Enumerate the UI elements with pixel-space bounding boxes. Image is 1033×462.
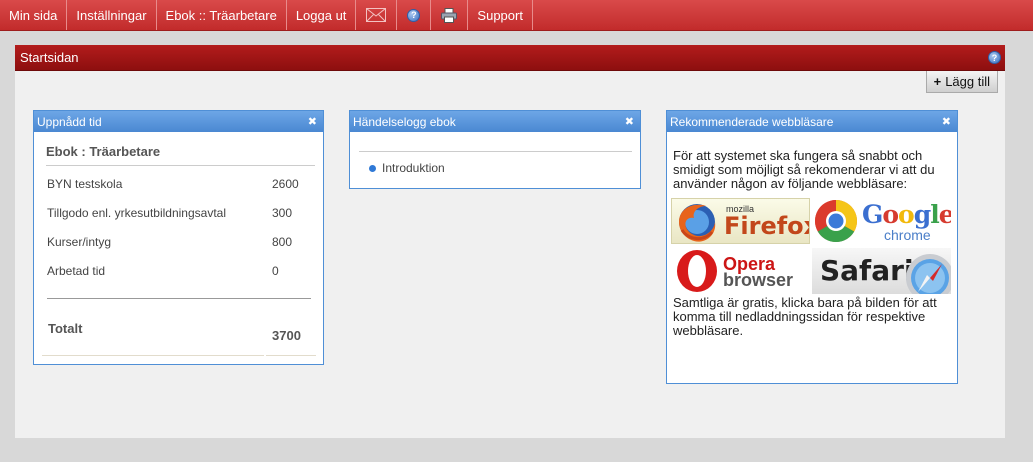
- browser-logos: mozilla Firefox Google chrome Opera brow…: [671, 198, 953, 296]
- list-item[interactable]: Introduktion: [369, 161, 640, 175]
- row-value: 0: [272, 264, 279, 278]
- nav-min-sida[interactable]: Min sida: [0, 0, 68, 30]
- row-label: BYN testskola: [47, 177, 123, 191]
- divider: [266, 355, 316, 356]
- widget-title: Händelselogg ebok: [353, 114, 456, 129]
- total-label: Totalt: [48, 321, 83, 336]
- table-row: BYN testskola 2600: [47, 177, 317, 206]
- browsers-outro: Samtliga är gratis, klicka bara på bilde…: [673, 295, 937, 338]
- table-row: Tillgodo enl. yrkesutbildningsavtal 300: [47, 206, 317, 235]
- ebok-title: Ebok : Träarbetare: [46, 144, 315, 166]
- close-icon[interactable]: ✖: [308, 115, 317, 128]
- widget-browsers: Rekommenderade webbläsare ✖ För att syst…: [666, 110, 958, 384]
- help-icon[interactable]: ?: [988, 51, 1001, 64]
- row-label: Kurser/intyg: [47, 235, 112, 249]
- widget-title: Uppnådd tid: [37, 114, 102, 129]
- row-label: Tillgodo enl. yrkesutbildningsavtal: [47, 206, 226, 220]
- firefox-text: Firefox: [724, 212, 810, 240]
- mail-icon: [366, 8, 387, 22]
- chrome-logo-icon: [814, 200, 858, 243]
- widget-header[interactable]: Rekommenderade webbläsare ✖: [667, 111, 957, 132]
- bullet-icon: [369, 164, 376, 172]
- google-text: Google: [862, 200, 951, 229]
- nav-logga-ut[interactable]: Logga ut: [287, 0, 357, 30]
- opera-link[interactable]: Opera browser: [671, 248, 810, 294]
- table-row: Arbetad tid 0: [47, 264, 317, 293]
- row-value: 300: [272, 206, 293, 220]
- widget-title: Rekommenderade webbläsare: [670, 114, 834, 129]
- nav-mail[interactable]: [356, 0, 398, 30]
- divider: [47, 298, 311, 299]
- safari-link[interactable]: Safari: [812, 248, 951, 294]
- divider: [359, 151, 632, 152]
- opera-browser-text: browser: [723, 270, 794, 290]
- close-icon[interactable]: ✖: [625, 115, 634, 128]
- row-value: 800: [272, 235, 293, 249]
- row-label: Arbetad tid: [47, 264, 106, 278]
- table-row: Kurser/intyg 800: [47, 235, 317, 264]
- help-icon: ?: [407, 8, 421, 22]
- nav-support[interactable]: Support: [468, 0, 533, 30]
- plus-icon: +: [933, 74, 942, 89]
- time-table: BYN testskola 2600 Tillgodo enl. yrkesut…: [47, 177, 317, 293]
- chrome-text: chrome: [884, 227, 931, 243]
- nav-ebok[interactable]: Ebok :: Träarbetare: [157, 0, 287, 30]
- top-nav: Min sida Inställningar Ebok :: Träarbeta…: [0, 0, 1033, 31]
- log-item-label: Introduktion: [382, 161, 445, 175]
- firefox-logo-icon: [679, 204, 716, 242]
- widget-time: Uppnådd tid ✖ Ebok : Träarbetare BYN tes…: [33, 110, 324, 365]
- safari-text: Safari: [820, 254, 914, 287]
- add-widget-label: Lägg till: [945, 74, 990, 89]
- google-text-g: Google: [862, 200, 951, 229]
- total-value: 3700: [272, 328, 301, 343]
- widget-event-log: Händelselogg ebok ✖ Introduktion: [349, 110, 641, 189]
- row-value: 2600: [272, 177, 299, 191]
- browsers-intro: För att systemet ska fungera så snabbt o…: [673, 148, 935, 191]
- widget-header[interactable]: Uppnådd tid ✖: [34, 111, 323, 132]
- add-widget-button[interactable]: + Lägg till: [925, 71, 998, 93]
- print-icon: [441, 7, 458, 23]
- widget-header[interactable]: Händelselogg ebok ✖: [350, 111, 640, 132]
- firefox-link[interactable]: mozilla Firefox: [671, 198, 810, 244]
- close-icon[interactable]: ✖: [942, 115, 951, 128]
- panel-title: Startsidan: [20, 50, 79, 65]
- nav-help[interactable]: ?: [397, 0, 432, 30]
- nav-installningar[interactable]: Inställningar: [67, 0, 157, 30]
- safari-compass-icon: [906, 254, 951, 294]
- opera-logo-icon: [677, 250, 717, 292]
- divider: [42, 355, 264, 356]
- chrome-link[interactable]: Google chrome: [812, 198, 951, 244]
- panel-header: Startsidan ?: [15, 45, 1005, 71]
- nav-print[interactable]: [431, 0, 469, 30]
